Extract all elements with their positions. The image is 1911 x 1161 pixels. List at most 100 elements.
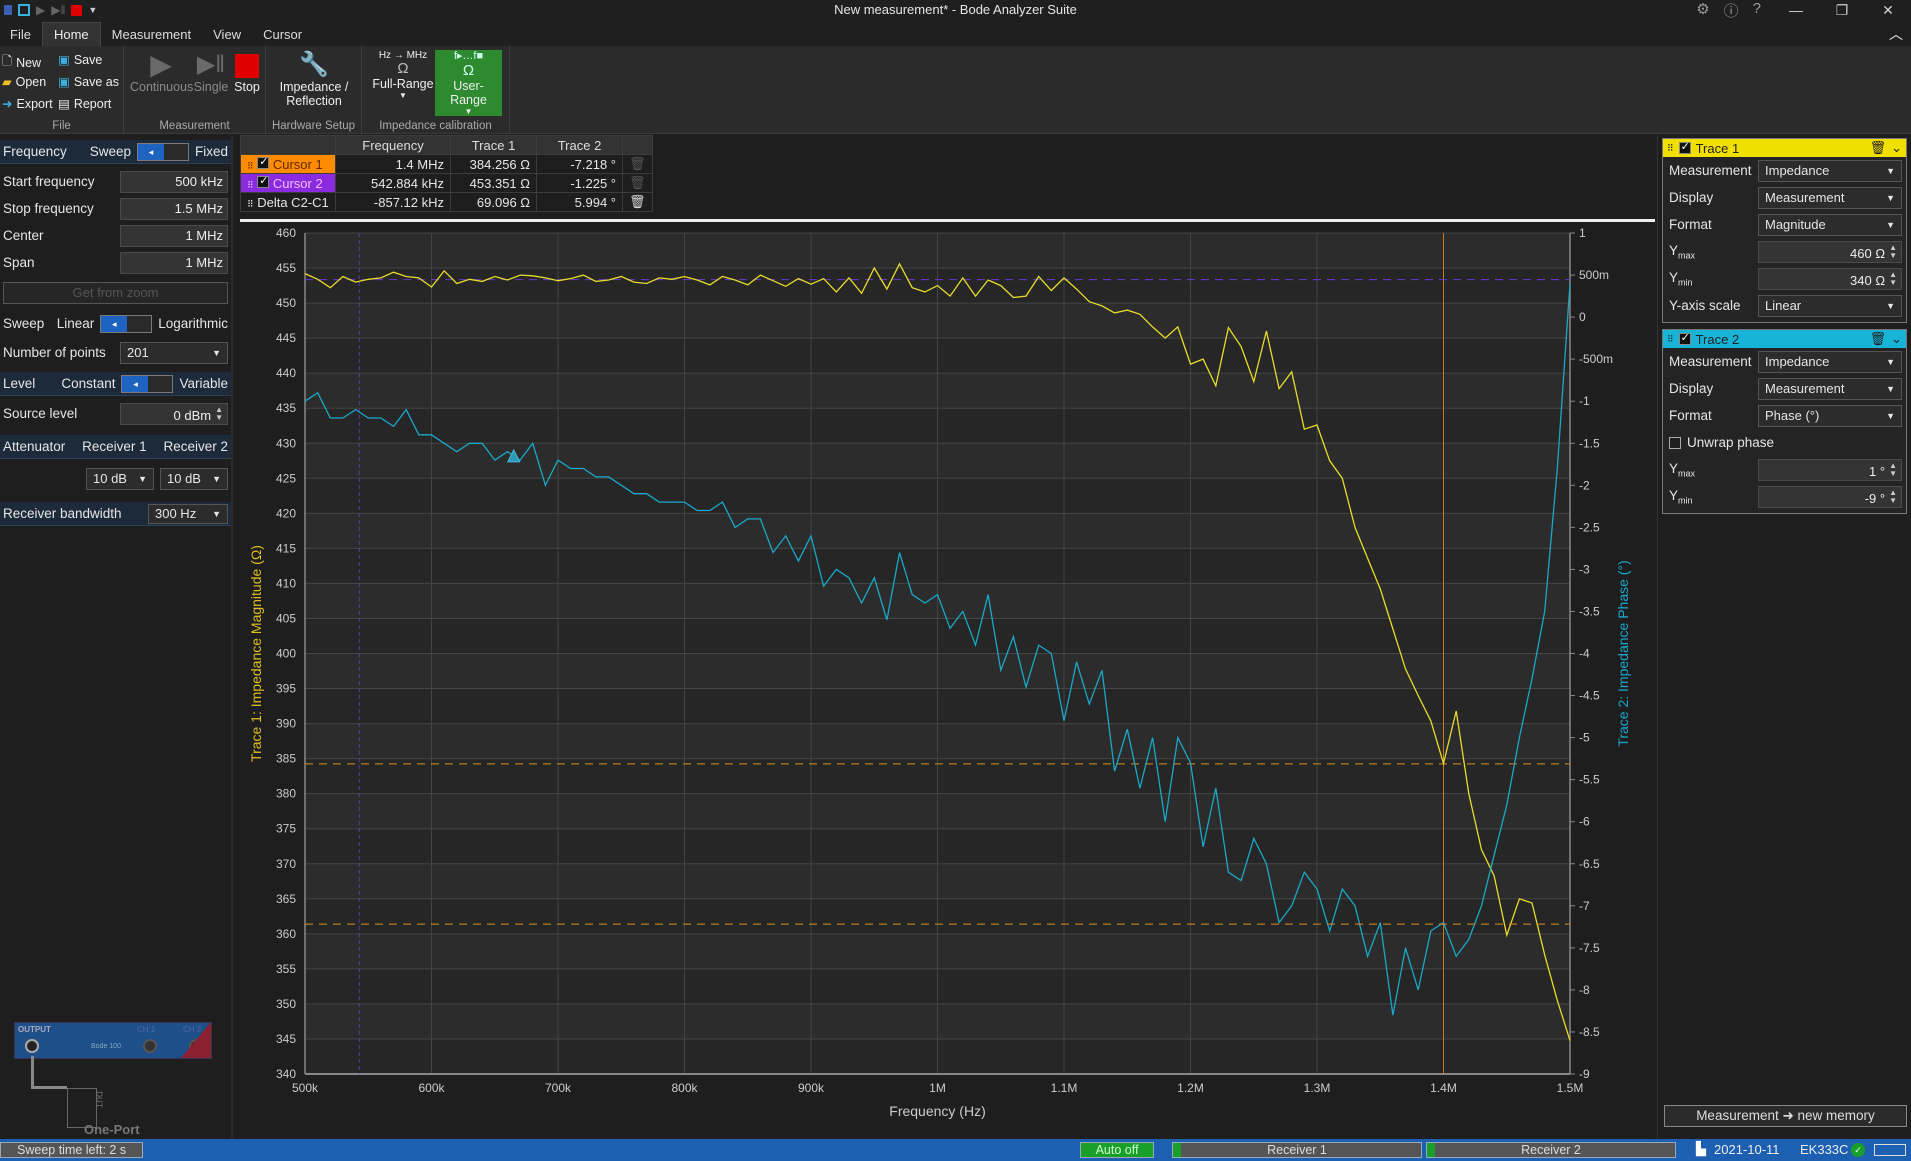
trash-icon[interactable]: 🗑 bbox=[622, 154, 653, 174]
trash-icon[interactable]: 🗑 bbox=[622, 173, 653, 193]
table-row[interactable]: ⠿ Cursor 2 542.884 kHz 453.351 Ω -1.225 … bbox=[240, 173, 653, 193]
spinner-icon[interactable]: ▲ ▼ bbox=[1889, 270, 1897, 287]
trace1-yscale-select[interactable]: Linear ▼ bbox=[1758, 294, 1902, 317]
trace2-ymax-input[interactable]: 1 ° ▲ ▼ bbox=[1758, 458, 1902, 481]
trace1-header[interactable]: ⠿ Trace 1 🗑 ⌄ bbox=[1663, 139, 1906, 157]
dropdown-arrow-icon: ▼ bbox=[212, 473, 221, 484]
receiver2-attenuator-select[interactable]: 10 dB ▼ bbox=[160, 467, 228, 490]
minimize-button[interactable]: — bbox=[1773, 2, 1819, 18]
info-icon[interactable]: ⓘ bbox=[1724, 0, 1739, 21]
tab-cursor[interactable]: Cursor bbox=[252, 23, 313, 46]
trace1-measurement-select[interactable]: Impedance ▼ bbox=[1758, 159, 1902, 182]
trace2-ymin-input[interactable]: -9 ° ▲ ▼ bbox=[1758, 485, 1902, 508]
drag-handle-icon[interactable]: ⠿ bbox=[247, 180, 254, 190]
tab-measurement[interactable]: Measurement bbox=[101, 23, 202, 46]
sweep-fixed-toggle[interactable]: ◂ bbox=[136, 142, 189, 161]
spinner-icon[interactable]: ▲ ▼ bbox=[1889, 461, 1897, 478]
new-button[interactable]: 🗋 New bbox=[2, 52, 41, 73]
customize-quick-icon[interactable]: ▼ bbox=[88, 5, 97, 15]
source-level-input[interactable]: 0 dBm ▲ ▼ bbox=[120, 402, 228, 425]
cursor-2-label[interactable]: ⠿ Cursor 2 bbox=[240, 173, 336, 193]
tab-home[interactable]: Home bbox=[41, 22, 101, 46]
single-sweep-icon: ▶‖ bbox=[196, 51, 226, 78]
spinner-icon[interactable]: ▲ ▼ bbox=[215, 405, 223, 422]
table-row[interactable]: ⠿ Cursor 1 1.4 MHz 384.256 Ω -7.218 ° 🗑 bbox=[240, 154, 653, 174]
restore-button[interactable]: ❐ bbox=[1819, 2, 1865, 19]
trace2-display-select[interactable]: Measurement ▼ bbox=[1758, 377, 1902, 400]
trace2-measurement-select[interactable]: Impedance ▼ bbox=[1758, 350, 1902, 373]
app-icon bbox=[4, 5, 12, 15]
drag-handle-icon[interactable]: ⠿ bbox=[1667, 334, 1674, 345]
num-points-select[interactable]: 201 ▼ bbox=[120, 341, 228, 364]
collapse-ribbon-icon[interactable]: ︿ bbox=[1889, 24, 1903, 44]
chevron-down-icon[interactable]: ⌄ bbox=[1891, 140, 1902, 156]
drag-handle-icon[interactable]: ⠿ bbox=[1667, 143, 1674, 154]
cursor-2-checkbox[interactable] bbox=[257, 174, 270, 188]
spinner-icon[interactable]: ▲ ▼ bbox=[1889, 488, 1897, 505]
receiver1-attenuator-select[interactable]: 10 dB ▼ bbox=[86, 467, 154, 490]
constant-variable-toggle[interactable]: ◂ bbox=[121, 374, 174, 393]
trash-icon[interactable]: 🗑 bbox=[622, 192, 653, 212]
table-row[interactable]: ⠿ Delta C2-C1 -857.12 kHz 69.096 Ω 5.994… bbox=[240, 192, 653, 212]
trace1-format-select[interactable]: Magnitude ▼ bbox=[1758, 213, 1902, 236]
single-quick-icon[interactable]: ▶‖ bbox=[51, 3, 65, 17]
span-row: Span 1 MHz bbox=[0, 249, 231, 276]
trace2-header[interactable]: ⠿ Trace 2 🗑 ⌄ bbox=[1663, 330, 1906, 348]
attenuator-row: 10 dB ▼ 10 dB ▼ bbox=[0, 465, 231, 492]
stop-frequency-row: Stop frequency 1.5 MHz bbox=[0, 195, 231, 222]
stop-quick-icon[interactable] bbox=[71, 4, 83, 16]
trace2-format-select[interactable]: Phase (°) ▼ bbox=[1758, 404, 1902, 427]
trace1-ymax-input[interactable]: 460 Ω ▲ ▼ bbox=[1758, 240, 1902, 263]
trace1-ymin-input[interactable]: 340 Ω ▲ ▼ bbox=[1758, 267, 1902, 290]
cursor-table-header: Trace 1 bbox=[450, 135, 537, 155]
new-memory-button[interactable]: Measurement ➜ new memory bbox=[1664, 1105, 1907, 1127]
save-quick-icon[interactable] bbox=[18, 4, 30, 16]
tab-view[interactable]: View bbox=[202, 23, 252, 46]
span-input[interactable]: 1 MHz bbox=[120, 251, 228, 274]
export-button[interactable]: ➜ Export bbox=[2, 96, 53, 112]
gear-icon[interactable]: ⚙ bbox=[1696, 0, 1709, 21]
get-from-zoom-button[interactable]: Get from zoom bbox=[3, 282, 228, 304]
cursor-1-label[interactable]: ⠿ Cursor 1 bbox=[240, 154, 336, 174]
cursor-1-checkbox[interactable] bbox=[257, 155, 270, 169]
y-right-tick-label: -5.5 bbox=[1579, 773, 1600, 787]
trash-icon[interactable]: 🗑 bbox=[1870, 140, 1887, 156]
single-button[interactable]: ▶‖ Single bbox=[192, 50, 230, 94]
source-level-row: Source level 0 dBm ▲ ▼ bbox=[0, 400, 231, 427]
open-button[interactable]: ▰ Open bbox=[2, 74, 46, 90]
tab-file[interactable]: File bbox=[0, 23, 42, 46]
close-button[interactable]: ✕ bbox=[1865, 2, 1911, 19]
receiver-bandwidth-select[interactable]: 300 Hz ▼ bbox=[148, 503, 228, 524]
auto-off-button[interactable]: Auto off bbox=[1080, 1142, 1154, 1158]
report-button[interactable]: ▤ Report bbox=[58, 96, 111, 112]
help-icon[interactable]: ? bbox=[1753, 0, 1761, 21]
unwrap-phase-checkbox[interactable] bbox=[1669, 436, 1681, 449]
chevron-down-icon[interactable]: ⌄ bbox=[1891, 331, 1902, 347]
trace1-checkbox[interactable] bbox=[1678, 140, 1691, 154]
x-axis-label: Frequency (Hz) bbox=[889, 1103, 985, 1119]
trace1-display-select[interactable]: Measurement ▼ bbox=[1758, 186, 1902, 209]
y-left-tick-label: 400 bbox=[276, 647, 296, 661]
calibration-group-label: Impedance calibration bbox=[379, 120, 492, 132]
stop-frequency-input[interactable]: 1.5 MHz bbox=[120, 197, 228, 220]
measurement-group-label: Measurement bbox=[159, 120, 230, 132]
bode-chart[interactable]: 500k 600k 700k 800k 900k 1M 1.1M 1.2M 1.3M 1.4M 1.… bbox=[235, 219, 1655, 1139]
play-quick-icon[interactable]: ▶ bbox=[36, 3, 45, 17]
spinner-icon[interactable]: ▲ ▼ bbox=[1889, 243, 1897, 260]
save-button[interactable]: ▣ Save bbox=[58, 52, 102, 68]
trash-icon[interactable]: 🗑 bbox=[1870, 331, 1887, 347]
impedance-reflection-button[interactable]: 🔧 Impedance / Reflection bbox=[266, 50, 362, 108]
date-status: 2021-10-11 bbox=[1714, 1142, 1780, 1157]
y-left-tick-label: 410 bbox=[276, 576, 296, 590]
user-range-button[interactable]: f▸…f■ Ω User-Range ▼ bbox=[435, 50, 502, 116]
trace2-checkbox[interactable] bbox=[1678, 331, 1691, 345]
full-range-button[interactable]: Hz → MHz Ω Full-Range ▼ bbox=[371, 50, 435, 100]
center-input[interactable]: 1 MHz bbox=[120, 224, 228, 247]
drag-handle-icon[interactable]: ⠿ bbox=[247, 199, 254, 209]
continuous-button[interactable]: ▶ Continuous bbox=[130, 50, 193, 95]
save-as-button[interactable]: ▣ Save as bbox=[58, 74, 119, 90]
linear-log-toggle[interactable]: ◂ bbox=[100, 314, 153, 333]
drag-handle-icon[interactable]: ⠿ bbox=[247, 161, 254, 171]
stop-button[interactable]: Stop bbox=[230, 50, 264, 94]
start-frequency-input[interactable]: 500 kHz bbox=[120, 170, 228, 193]
